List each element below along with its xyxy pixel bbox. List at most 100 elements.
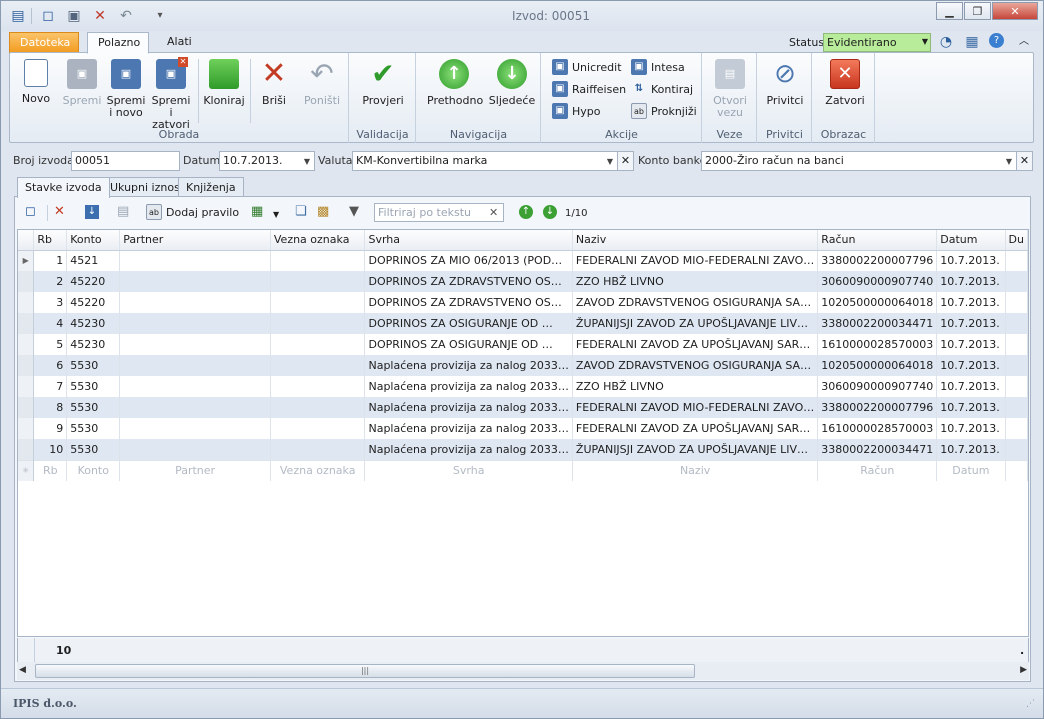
column-header-vezna-oznaka[interactable]: Vezna oznaka — [270, 230, 366, 251]
import-icon[interactable]: ↓ — [85, 205, 99, 219]
tab-datoteka[interactable]: Datoteka — [9, 32, 79, 54]
cell-svrha[interactable]: Naplaćena provizija za nalog 2033… — [364, 376, 573, 397]
minimize-button[interactable]: ▁ — [936, 2, 963, 20]
cell-svrha[interactable]: DOPRINOS ZA ZDRAVSTVENO OS… — [364, 271, 573, 292]
cell-du[interactable] — [1005, 376, 1028, 397]
cell-vezna-oznaka[interactable] — [270, 418, 366, 439]
cell-vezna-oznaka[interactable] — [270, 439, 366, 460]
cell-naziv[interactable]: ŽUPANIJSJI ZAVOD ZA UPOŠLJAVANJE LIV… — [572, 439, 819, 460]
cell-rb[interactable]: 5 — [33, 334, 68, 355]
row-indicator[interactable] — [18, 334, 35, 355]
cell-konto[interactable]: 45220 — [66, 271, 121, 292]
cell-rb[interactable]: 4 — [33, 313, 68, 334]
app-menu-icon[interactable]: ▤ — [9, 7, 27, 25]
column-header-naziv[interactable]: Naziv — [572, 230, 819, 251]
cell-rb[interactable]: 6 — [33, 355, 68, 376]
raiffeisen-button[interactable]: ▣ Raiffeisen — [552, 80, 626, 98]
scroll-right-icon[interactable]: ▶ — [1020, 665, 1027, 675]
cell-racun[interactable]: 1020500000064018 — [817, 355, 938, 376]
arrow-down-icon[interactable]: ↓ — [543, 205, 557, 219]
cell-du[interactable] — [1005, 418, 1028, 439]
table-row[interactable]: 6 5530 Naplaćena provizija za nalog 2033… Z… — [18, 355, 1028, 376]
cell-datum[interactable]: 10.7.2013. — [936, 376, 1006, 397]
cell-svrha[interactable]: DOPRINOS ZA MIO 06/2013 (POD… — [364, 250, 573, 271]
column-header-svrha[interactable]: Svrha — [364, 230, 573, 251]
new-row-cell[interactable]: Partner — [119, 459, 271, 481]
cell-svrha[interactable]: DOPRINOS ZA OSIGURANJE OD … — [364, 334, 573, 355]
filter-input[interactable]: Filtriraj po tekstu — [374, 203, 504, 222]
cell-du[interactable] — [1005, 334, 1028, 355]
new-row-cell[interactable]: Vezna oznaka — [270, 459, 366, 481]
row-indicator[interactable] — [18, 397, 35, 418]
proknjizi-button[interactable]: ab Proknjiži — [631, 102, 697, 120]
konto-banke-select[interactable]: 2000-Žiro račun na banci ▼ — [701, 151, 1017, 171]
chart-icon[interactable]: ◔ — [937, 33, 955, 51]
table-row[interactable]: 3 45220 DOPRINOS ZA ZDRAVSTVENO OS… ZAVOD Z… — [18, 292, 1028, 313]
cell-rb[interactable]: 8 — [33, 397, 68, 418]
zatvori-button[interactable]: ✕ Zatvori — [823, 57, 867, 107]
cell-datum[interactable]: 10.7.2013. — [936, 250, 1006, 271]
tab-stavke-izvoda[interactable]: Stavke izvoda — [17, 177, 110, 198]
copy-icon[interactable]: ❏ — [295, 205, 307, 219]
cell-datum[interactable]: 10.7.2013. — [936, 271, 1006, 292]
column-header-datum[interactable]: Datum — [936, 230, 1006, 251]
new-row-cell[interactable] — [1005, 459, 1028, 481]
prethodno-button[interactable]: ↑ Prethodno — [427, 57, 483, 107]
cell-vezna-oznaka[interactable] — [270, 376, 366, 397]
cell-naziv[interactable]: ZZO HBŽ LIVNO — [572, 376, 819, 397]
tab-polazno[interactable]: Polazno — [87, 32, 149, 54]
cell-svrha[interactable]: Naplaćena provizija za nalog 2033… — [364, 355, 573, 376]
cell-datum[interactable]: 10.7.2013. — [936, 397, 1006, 418]
new-row-icon[interactable]: ◻ — [25, 205, 36, 219]
delete-icon[interactable]: ✕ — [91, 7, 109, 25]
help-icon[interactable]: ? — [989, 33, 1004, 48]
chevron-down-icon[interactable]: ▼ — [273, 208, 279, 222]
cell-konto[interactable]: 5530 — [66, 418, 121, 439]
column-header-racun[interactable]: Račun — [817, 230, 938, 251]
cell-naziv[interactable]: FEDERALNI ZAVOD MIO-FEDERALNI ZAVO… — [572, 250, 819, 271]
cell-svrha[interactable]: Naplaćena provizija za nalog 2033… — [364, 397, 573, 418]
excel-export-icon[interactable]: ▦ — [251, 205, 263, 219]
cell-datum[interactable]: 10.7.2013. — [936, 439, 1006, 460]
cell-vezna-oznaka[interactable] — [270, 292, 366, 313]
row-indicator[interactable] — [18, 355, 35, 376]
customize-qat-icon[interactable]: ▾ — [151, 7, 169, 25]
cell-partner[interactable] — [119, 355, 271, 376]
unicredit-button[interactable]: ▣ Unicredit — [552, 58, 622, 76]
resize-grip-icon[interactable]: ⋰ — [1026, 699, 1035, 709]
table-row[interactable]: 10 5530 Naplaćena provizija za nalog 2033…… — [18, 439, 1028, 460]
cell-naziv[interactable]: FEDERALNI ZAVOD ZA UPOŠLJAVANJ SAR… — [572, 334, 819, 355]
new-row[interactable]: ✳ Rb Konto Partner Vezna oznaka Svrha Na… — [18, 459, 1028, 481]
cell-racun[interactable]: 3380002200007796 — [817, 397, 938, 418]
cell-partner[interactable] — [119, 271, 271, 292]
new-row-cell[interactable]: Naziv — [572, 459, 819, 481]
cell-vezna-oznaka[interactable] — [270, 313, 366, 334]
table-row[interactable]: 7 5530 Naplaćena provizija za nalog 2033… Z… — [18, 376, 1028, 397]
cell-vezna-oznaka[interactable] — [270, 250, 366, 271]
cell-vezna-oznaka[interactable] — [270, 271, 366, 292]
spremi-i-zatvori-button[interactable]: ▣ ✕ Spremi i zatvori — [150, 57, 192, 131]
cell-du[interactable] — [1005, 397, 1028, 418]
cell-datum[interactable]: 10.7.2013. — [936, 334, 1006, 355]
column-header-rb[interactable]: Rb — [33, 230, 68, 251]
privitci-button[interactable]: ⊘ Privitci — [764, 57, 806, 107]
cell-rb[interactable]: 9 — [33, 418, 68, 439]
cell-partner[interactable] — [119, 376, 271, 397]
cell-konto[interactable]: 5530 — [66, 355, 121, 376]
cell-racun[interactable]: 3380002200007796 — [817, 250, 938, 271]
filter-icon[interactable]: ▼ — [349, 205, 359, 219]
cell-datum[interactable]: 10.7.2013. — [936, 313, 1006, 334]
row-indicator[interactable] — [18, 292, 35, 313]
datum-input[interactable]: 10.7.2013. ▼ — [219, 151, 315, 171]
arrow-up-icon[interactable]: ↑ — [519, 205, 533, 219]
new-row-cell[interactable]: Rb — [33, 459, 68, 481]
cell-naziv[interactable]: ŽUPANIJSJI ZAVOD ZA UPOŠLJAVANJE LIV… — [572, 313, 819, 334]
cell-du[interactable] — [1005, 292, 1028, 313]
konto-banke-clear-button[interactable]: ✕ — [1016, 151, 1033, 171]
column-header-du[interactable]: Du — [1005, 230, 1028, 251]
undo-icon[interactable]: ↶ — [117, 7, 135, 25]
valuta-select[interactable]: KM-Konvertibilna marka ▼ — [352, 151, 618, 171]
current-row-indicator-icon[interactable]: ▶ — [18, 250, 35, 271]
cell-konto[interactable]: 5530 — [66, 397, 121, 418]
cell-rb[interactable]: 2 — [33, 271, 68, 292]
